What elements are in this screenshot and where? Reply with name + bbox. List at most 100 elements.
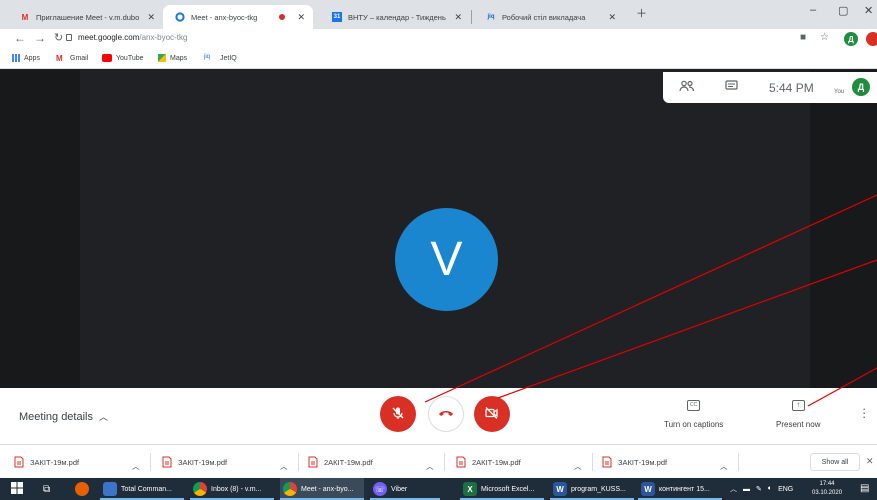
minimize-button[interactable]: – <box>810 4 816 16</box>
captions-button[interactable]: CC Turn on captions <box>664 400 723 429</box>
download-item[interactable]: 2АКІТ-19м.pdf <box>308 453 373 471</box>
download-filename: ЗАКІТ-19м.pdf <box>30 457 80 467</box>
present-now-button[interactable]: ↑ Present now <box>776 400 820 429</box>
chat-icon[interactable] <box>725 80 738 95</box>
task-view-icon: ⧉ <box>43 483 51 495</box>
start-button[interactable] <box>8 478 23 500</box>
close-tab-icon[interactable]: ✕ <box>454 12 462 23</box>
network-icon[interactable]: ▬ <box>743 486 750 493</box>
url-host: meet.google.com <box>78 33 140 42</box>
bookmark-gmail[interactable]: M Gmail <box>56 54 88 63</box>
taskbar-clock[interactable]: 17:44 03.10.2020 <box>812 480 842 498</box>
download-item[interactable]: ЗАКІТ-19м.pdf <box>14 453 79 471</box>
forward-arrow-icon[interactable]: → <box>34 31 46 45</box>
address-bar[interactable]: meet.google.com/anx-byoc-tkg <box>78 33 187 42</box>
tab-vntu-calendar[interactable]: 31 ВНТУ – календар - Тиждень (27 ✕ <box>320 5 470 29</box>
firefox-icon <box>75 482 89 496</box>
tab-jetiq-desk[interactable]: jiq Робочий стіл викладача ✕ <box>474 5 624 29</box>
gmail-icon: M <box>21 12 29 22</box>
task-view-button[interactable]: ⧉ <box>40 478 50 500</box>
people-icon[interactable] <box>679 80 695 95</box>
notifications-icon[interactable]: ▤ <box>860 483 869 494</box>
chevron-up-icon[interactable]: ︿ <box>574 457 582 475</box>
downloads-shelf: ЗАКІТ-19м.pdf ︿ ЗАКІТ-19м.pdf ︿ 2АКІТ-19… <box>0 444 877 478</box>
chevron-up-icon[interactable]: ︿ <box>280 457 288 475</box>
download-item[interactable]: ЗАКІТ-19м.pdf <box>162 453 227 471</box>
download-filename: ЗАКІТ-19м.pdf <box>618 457 668 467</box>
tab-meet-call[interactable]: Meet - anx-byoc-tkg ✕ <box>163 5 313 29</box>
browser-toolbar: ← → ↻ meet.google.com/anx-byoc-tkg ■ ☆ Д <box>0 29 877 51</box>
show-all-button[interactable]: Show all <box>810 453 860 471</box>
close-icon[interactable]: ✕ <box>866 456 874 467</box>
download-separator <box>298 453 299 471</box>
chevron-up-icon[interactable]: ︿ <box>426 457 434 475</box>
windows-taskbar: ⧉ Total Comman... Inbox (8) - v.m... Mee… <box>0 478 877 500</box>
maximize-button[interactable]: ▢ <box>838 4 848 17</box>
new-tab-button[interactable]: ＋ <box>636 5 647 21</box>
system-tray: ︿ ▬ ✎ 🔈︎ ENG <box>730 478 799 500</box>
taskbar-firefox[interactable] <box>72 478 93 500</box>
url-path: /anx-byoc-tkg <box>139 33 188 42</box>
stage-left-margin <box>0 70 80 388</box>
bookmark-label: JetIQ <box>220 54 237 62</box>
taskbar-time: 17:44 <box>819 481 835 487</box>
leave-call-button[interactable] <box>428 396 464 432</box>
meeting-details-button[interactable]: Meeting details ︿ <box>19 410 108 423</box>
profile-avatar[interactable]: Д <box>844 32 858 46</box>
close-tab-icon[interactable]: ✕ <box>297 12 305 23</box>
extension-icon[interactable] <box>866 32 877 46</box>
taskbar-app-total-commander[interactable]: Total Comman... <box>100 478 184 500</box>
taskbar-app-excel[interactable]: X Microsoft Excel... <box>460 478 544 500</box>
participant-avatar: V <box>395 208 498 311</box>
taskbar-app-word-program[interactable]: W program_KUSS... <box>550 478 634 500</box>
viber-icon: ☏ <box>373 482 387 496</box>
taskbar-app-label: Meet - anx-byo... <box>301 485 354 493</box>
close-tab-icon[interactable]: ✕ <box>147 12 155 23</box>
back-arrow-icon[interactable]: ← <box>14 31 26 45</box>
chrome-icon <box>193 482 207 496</box>
bookmark-star-icon[interactable]: ☆ <box>820 32 829 43</box>
chevron-up-icon[interactable]: ︿ <box>730 484 737 494</box>
chevron-up-icon[interactable]: ︿ <box>132 457 140 475</box>
camera-toggle-button[interactable] <box>474 396 510 432</box>
taskbar-app-label: Viber <box>391 485 408 493</box>
bookmarks-bar: Apps M Gmail YouTube Maps jiq JetIQ <box>0 51 877 69</box>
mic-toggle-button[interactable] <box>380 396 416 432</box>
pdf-file-icon <box>456 456 466 468</box>
lock-icon <box>66 34 72 41</box>
camera-in-use-icon[interactable]: ■ <box>800 32 806 43</box>
self-avatar: Д <box>852 78 870 96</box>
download-separator <box>738 453 739 471</box>
bookmark-maps[interactable]: Maps <box>158 54 187 62</box>
maps-icon <box>158 54 166 62</box>
close-window-button[interactable]: ✕ <box>864 4 873 17</box>
bookmark-label: Maps <box>170 54 188 62</box>
calendar-icon: 31 <box>332 12 342 22</box>
tab-meet-invite[interactable]: M Приглашение Meet - v.m.dubo ✕ <box>8 5 163 29</box>
bookmark-apps[interactable]: Apps <box>12 54 40 62</box>
download-separator <box>444 453 445 471</box>
bookmark-youtube[interactable]: YouTube <box>102 54 144 62</box>
taskbar-app-word-kontingent[interactable]: W контингент 15... <box>638 478 722 500</box>
chevron-up-icon[interactable]: ︿ <box>720 457 728 475</box>
taskbar-app-chrome-meet[interactable]: Meet - anx-byo... <box>280 478 364 500</box>
captions-label: Turn on captions <box>664 420 724 429</box>
present-label: Present now <box>776 420 821 429</box>
download-item[interactable]: 2АКІТ-19м.pdf <box>456 453 521 471</box>
language-indicator[interactable]: ENG <box>778 486 793 493</box>
taskbar-app-label: program_KUSS... <box>571 485 626 493</box>
pen-icon[interactable]: ✎ <box>756 485 762 493</box>
bookmark-jetiq[interactable]: jiq JetIQ <box>204 54 237 62</box>
taskbar-app-viber[interactable]: ☏ Viber <box>370 478 440 500</box>
reload-icon[interactable]: ↻ <box>54 31 63 44</box>
download-item[interactable]: ЗАКІТ-19м.pdf <box>602 453 667 471</box>
windows-logo-icon <box>11 482 23 496</box>
chrome-icon <box>283 482 297 496</box>
close-tab-icon[interactable]: ✕ <box>608 12 616 23</box>
more-options-icon[interactable]: · · · <box>862 402 866 423</box>
taskbar-app-chrome-inbox[interactable]: Inbox (8) - v.m... <box>190 478 274 500</box>
tab-title: Приглашение Meet - v.m.dubo <box>36 12 140 22</box>
present-screen-icon: ↑ <box>791 400 805 411</box>
volume-icon[interactable]: 🔈︎ <box>768 485 772 493</box>
taskbar-app-label: Total Comman... <box>121 485 172 493</box>
